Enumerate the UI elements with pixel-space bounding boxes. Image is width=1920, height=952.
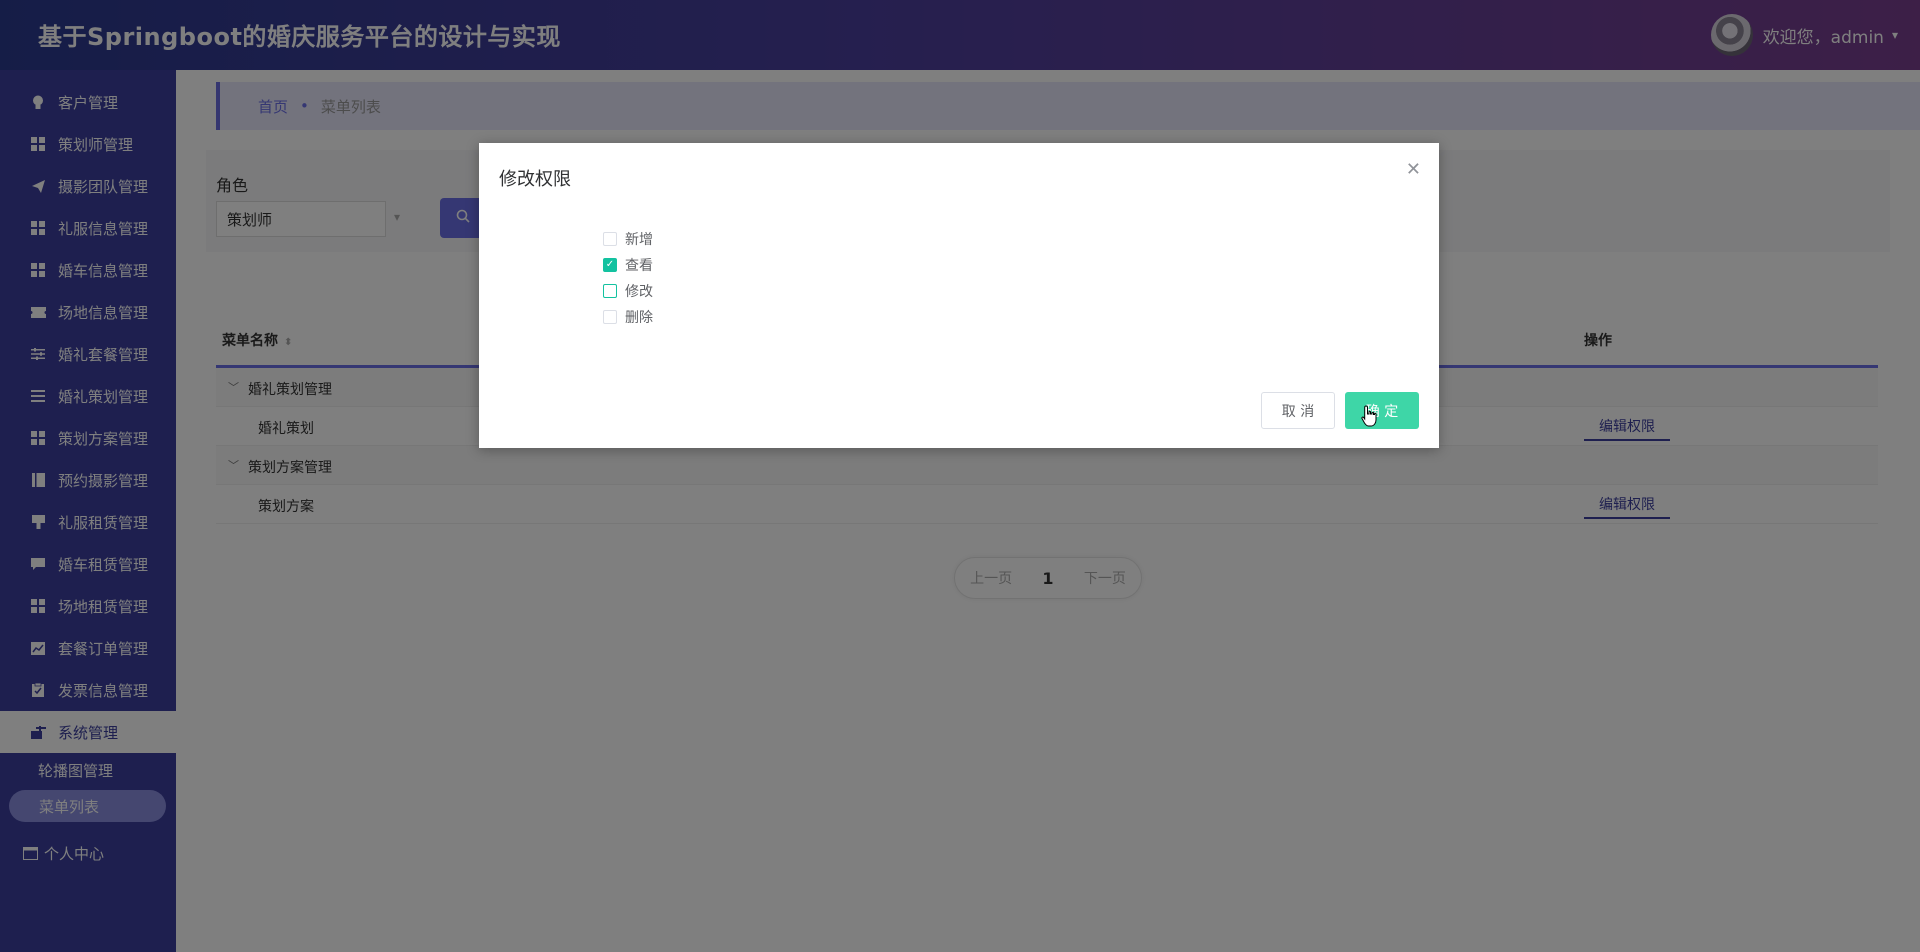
checkbox-checked[interactable]: ✓ [603, 258, 617, 272]
close-icon[interactable]: ✕ [1406, 159, 1421, 180]
permission-option-add[interactable]: 新增 [603, 229, 653, 249]
confirm-button[interactable]: 确 定 [1345, 392, 1419, 429]
checkbox[interactable] [603, 232, 617, 246]
hand-cursor-icon [1361, 405, 1379, 431]
edit-permission-dialog: 修改权限 ✕ 新增 ✓ 查看 修改 删除 取 消 确 定 [479, 143, 1439, 448]
permission-option-view[interactable]: ✓ 查看 [603, 255, 653, 275]
checkbox-label: 修改 [625, 284, 653, 300]
checkbox-label: 新增 [625, 232, 653, 248]
checkbox[interactable] [603, 310, 617, 324]
cancel-button[interactable]: 取 消 [1261, 392, 1335, 429]
checkbox-label: 删除 [625, 310, 653, 326]
checkbox[interactable] [603, 284, 617, 298]
permission-option-delete[interactable]: 删除 [603, 307, 653, 327]
checkbox-label: 查看 [625, 258, 653, 274]
dialog-title: 修改权限 [499, 169, 571, 190]
permission-option-edit[interactable]: 修改 [603, 281, 653, 301]
